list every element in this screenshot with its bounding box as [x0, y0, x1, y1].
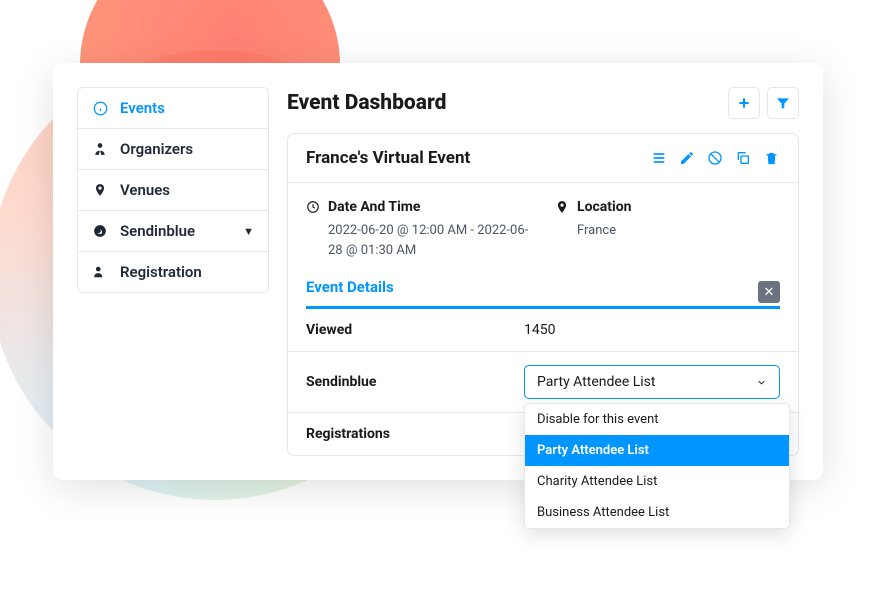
select-value: Party Attendee List: [537, 374, 655, 390]
card-header: France's Virtual Event: [288, 134, 798, 183]
main-header: Event Dashboard: [287, 87, 799, 119]
sidebar-list: Events Organizers Venues Sendinblue ▼: [77, 87, 269, 293]
edit-icon[interactable]: [678, 149, 696, 167]
header-actions: [728, 87, 799, 119]
date-col: Date And Time 2022-06-20 @ 12:00 AM - 20…: [306, 199, 531, 260]
sidebar: Events Organizers Venues Sendinblue ▼: [77, 87, 269, 456]
event-card: France's Virtual Event: [287, 133, 799, 456]
registration-icon: [92, 264, 108, 280]
dropdown-option[interactable]: Business Attendee List: [525, 497, 789, 528]
sidebar-item-label: Organizers: [120, 140, 193, 158]
sendinblue-label: Sendinblue: [306, 374, 524, 390]
main-content: Event Dashboard France's Virtual Event: [287, 87, 799, 456]
date-value: 2022-06-20 @ 12:00 AM - 2022-06-28 @ 01:…: [306, 221, 531, 260]
sidebar-item-label: Registration: [120, 263, 202, 281]
sidebar-item-venues[interactable]: Venues: [78, 170, 268, 211]
sendinblue-select[interactable]: Party Attendee List: [524, 365, 780, 399]
viewed-value: 1450: [524, 322, 555, 338]
sidebar-item-registration[interactable]: Registration: [78, 252, 268, 292]
sidebar-item-organizers[interactable]: Organizers: [78, 129, 268, 170]
dropdown-option[interactable]: Party Attendee List: [525, 435, 789, 466]
card-actions: [650, 149, 780, 167]
detail-row-sendinblue: Sendinblue Party Attendee List Disable f…: [288, 352, 798, 413]
list-icon[interactable]: [650, 149, 668, 167]
location-pin-icon: [555, 200, 569, 214]
plus-icon: [736, 95, 752, 111]
date-label: Date And Time: [306, 199, 531, 215]
sidebar-item-sendinblue[interactable]: Sendinblue ▼: [78, 211, 268, 252]
registrations-label: Registrations: [306, 426, 524, 442]
dropdown-option[interactable]: Disable for this event: [525, 404, 789, 435]
sendinblue-icon: [92, 223, 108, 239]
page-title: Event Dashboard: [287, 91, 446, 115]
add-button[interactable]: [728, 87, 760, 119]
app-window: Events Organizers Venues Sendinblue ▼: [53, 63, 823, 480]
select-wrapper: Party Attendee List Disable for this eve…: [524, 365, 780, 399]
event-title: France's Virtual Event: [306, 148, 470, 168]
user-tie-icon: [92, 141, 108, 157]
location-label: Location: [555, 199, 780, 215]
chevron-down-icon: ▼: [243, 225, 254, 238]
details-title: Event Details: [306, 278, 394, 306]
map-pin-icon: [92, 182, 108, 198]
clock-icon: [306, 200, 320, 214]
sidebar-item-events[interactable]: Events: [78, 88, 268, 129]
sidebar-item-label: Events: [120, 99, 165, 117]
close-button[interactable]: ✕: [758, 281, 780, 303]
filter-icon: [775, 95, 791, 111]
dropdown-menu: Disable for this event Party Attendee Li…: [524, 403, 790, 529]
viewed-label: Viewed: [306, 322, 524, 338]
copy-icon[interactable]: [734, 149, 752, 167]
dropdown-option[interactable]: Charity Attendee List: [525, 466, 789, 497]
detail-row-viewed: Viewed 1450: [288, 309, 798, 352]
close-icon: ✕: [764, 285, 775, 300]
location-col: Location France: [555, 199, 780, 260]
location-value: France: [555, 221, 780, 241]
details-header: Event Details ✕: [288, 278, 798, 306]
trash-icon[interactable]: [762, 149, 780, 167]
info-row: Date And Time 2022-06-20 @ 12:00 AM - 20…: [288, 183, 798, 272]
sidebar-item-label: Sendinblue: [120, 222, 195, 240]
ban-icon[interactable]: [706, 149, 724, 167]
info-icon: [92, 100, 108, 116]
chevron-down-icon: [756, 377, 767, 388]
sidebar-item-label: Venues: [120, 181, 170, 199]
filter-button[interactable]: [767, 87, 799, 119]
